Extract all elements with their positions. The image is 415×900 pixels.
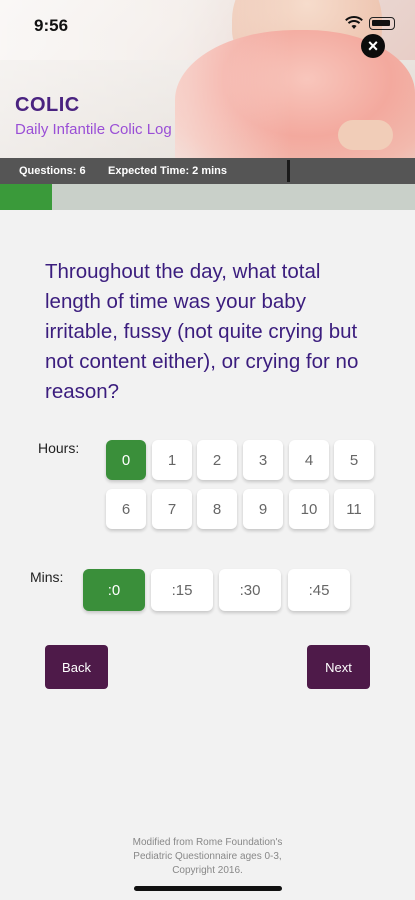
info-divider <box>287 160 290 182</box>
footer-line: Pediatric Questionnaire ages 0-3, <box>133 851 282 862</box>
status-icons <box>345 16 395 30</box>
footer-line: Copyright 2016. <box>172 865 243 876</box>
hour-option-0[interactable]: 0 <box>106 440 146 480</box>
progress-bar <box>0 184 415 210</box>
close-button[interactable]: × <box>361 34 385 58</box>
close-icon: × <box>367 36 379 56</box>
questionnaire-info-bar: Questions: 6 Expected Time: 2 mins <box>0 158 415 184</box>
hour-option-1[interactable]: 1 <box>152 440 192 480</box>
page-subtitle: Daily Infantile Colic Log <box>15 121 172 138</box>
minute-option-15[interactable]: :15 <box>151 569 213 611</box>
minute-option-30[interactable]: :30 <box>219 569 281 611</box>
hour-option-3[interactable]: 3 <box>243 440 283 480</box>
hours-label: Hours: <box>38 440 80 456</box>
hour-option-8[interactable]: 8 <box>197 489 237 529</box>
minute-option-45[interactable]: :45 <box>288 569 350 611</box>
question-count: Questions: 6 <box>19 165 86 177</box>
header-banner: 9:56 × COLIC Daily Infantile Colic Log <box>0 0 415 158</box>
wifi-icon <box>345 16 363 29</box>
progress-fill <box>0 184 52 210</box>
hour-option-10[interactable]: 10 <box>289 489 329 529</box>
mins-label: Mins: <box>30 569 64 585</box>
hour-option-2[interactable]: 2 <box>197 440 237 480</box>
hour-option-7[interactable]: 7 <box>152 489 192 529</box>
expected-time: Expected Time: 2 mins <box>108 165 228 177</box>
hour-option-5[interactable]: 5 <box>334 440 374 480</box>
back-button[interactable]: Back <box>45 645 108 689</box>
hour-option-4[interactable]: 4 <box>289 440 329 480</box>
footer-line: Modified from Rome Foundation's <box>132 837 283 848</box>
question-text: Throughout the day, what total length of… <box>45 260 359 403</box>
battery-icon <box>369 16 395 30</box>
hour-option-9[interactable]: 9 <box>243 489 283 529</box>
hour-option-6[interactable]: 6 <box>106 489 146 529</box>
status-time: 9:56 <box>34 16 69 35</box>
home-indicator <box>134 886 282 891</box>
page-title: COLIC <box>15 94 80 116</box>
hour-option-11[interactable]: 11 <box>334 489 374 529</box>
copyright-footer: Modified from Rome Foundation's Pediatri… <box>100 836 315 878</box>
minute-option-0[interactable]: :0 <box>83 569 145 611</box>
next-button[interactable]: Next <box>307 645 370 689</box>
